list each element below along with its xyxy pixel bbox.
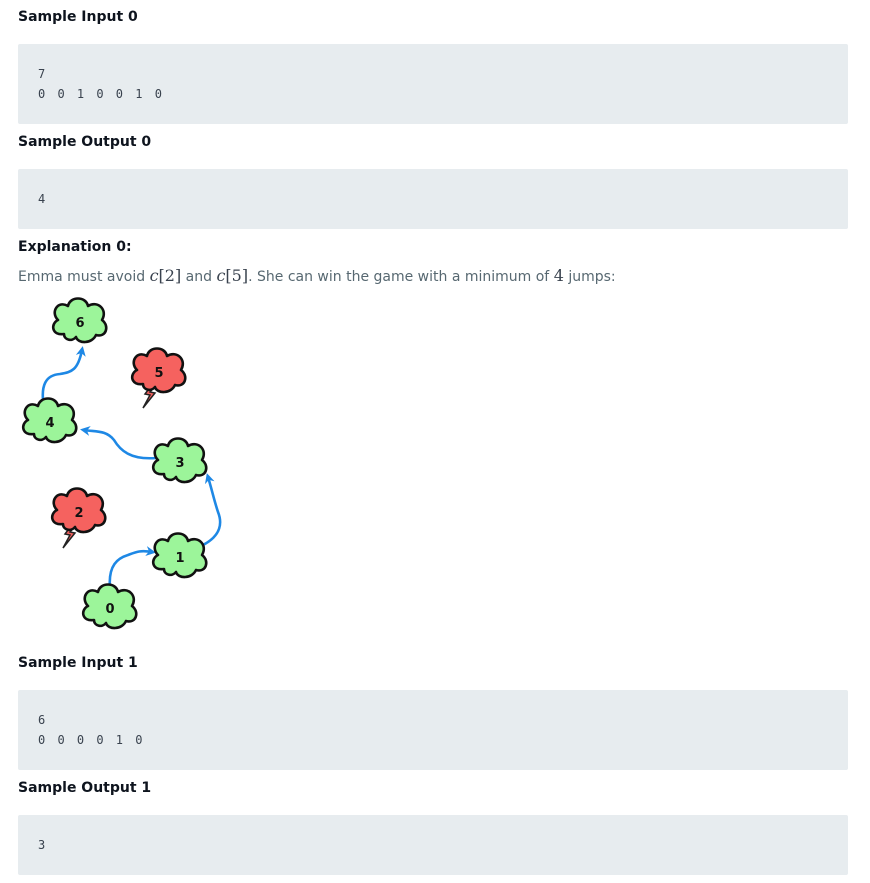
code-line: 0 0 1 0 0 1 0 — [38, 87, 165, 101]
cloud-label: 2 — [74, 506, 83, 521]
math-variable: c — [149, 266, 159, 285]
cloud-4: 4 — [21, 397, 78, 444]
cloud-0: 0 — [81, 583, 138, 630]
explanation-text: . She can win the game with a minimum of — [248, 269, 554, 285]
sample-output-1-codebox: 3 — [18, 815, 848, 875]
code-line: 6 — [38, 713, 48, 727]
explanation-text: Emma must avoid — [18, 269, 150, 285]
cloud-jump-diagram: 0 1 2 3 4 5 6 — [21, 297, 222, 630]
explanation-text: jumps: — [563, 269, 616, 285]
math-index: [2] — [158, 266, 182, 285]
cloud-label: 0 — [105, 602, 114, 617]
clouds: 0 1 2 3 4 5 6 — [21, 297, 208, 630]
cloud-label: 4 — [45, 416, 54, 431]
code-line: 4 — [38, 192, 48, 206]
math-expression: c[5] — [216, 266, 248, 285]
math-expression: c[2] — [150, 266, 182, 285]
code-line: 7 — [38, 67, 48, 81]
cloud-label: 3 — [175, 456, 184, 471]
jump-arrow — [108, 546, 156, 589]
sample-output-0-codebox: 4 — [18, 169, 848, 229]
math-index: [5] — [225, 266, 249, 285]
code-line: 0 0 0 0 1 0 — [38, 733, 145, 747]
cloud-6: 6 — [51, 297, 108, 344]
explanation-0-heading: Explanation 0: — [18, 239, 132, 255]
cloud-label: 1 — [175, 551, 184, 566]
explanation-0-text: Emma must avoid c[2] and c[5]. She can w… — [18, 266, 616, 285]
cloud-3: 3 — [151, 437, 208, 484]
math-number-value: 4 — [553, 266, 564, 285]
jump-arrow — [80, 426, 157, 460]
cloud-label: 6 — [75, 316, 84, 331]
sample-input-0-codebox: 7 0 0 1 0 0 1 0 — [18, 44, 848, 124]
cloud-1: 1 — [151, 532, 208, 579]
sample-input-0-heading: Sample Input 0 — [18, 9, 138, 25]
sample-input-1-heading: Sample Input 1 — [18, 655, 138, 671]
jump-arrow — [202, 473, 222, 547]
sample-input-1-codebox: 6 0 0 0 0 1 0 — [18, 690, 848, 770]
thundercloud-5: 5 — [130, 347, 187, 409]
explanation-text: and — [181, 269, 217, 285]
sample-output-1-heading: Sample Output 1 — [18, 780, 152, 796]
math-number: 4 — [554, 266, 564, 285]
code-line: 3 — [38, 838, 48, 852]
thundercloud-2: 2 — [50, 487, 107, 549]
cloud-label: 5 — [154, 366, 163, 381]
sample-output-0-heading: Sample Output 0 — [18, 134, 152, 150]
